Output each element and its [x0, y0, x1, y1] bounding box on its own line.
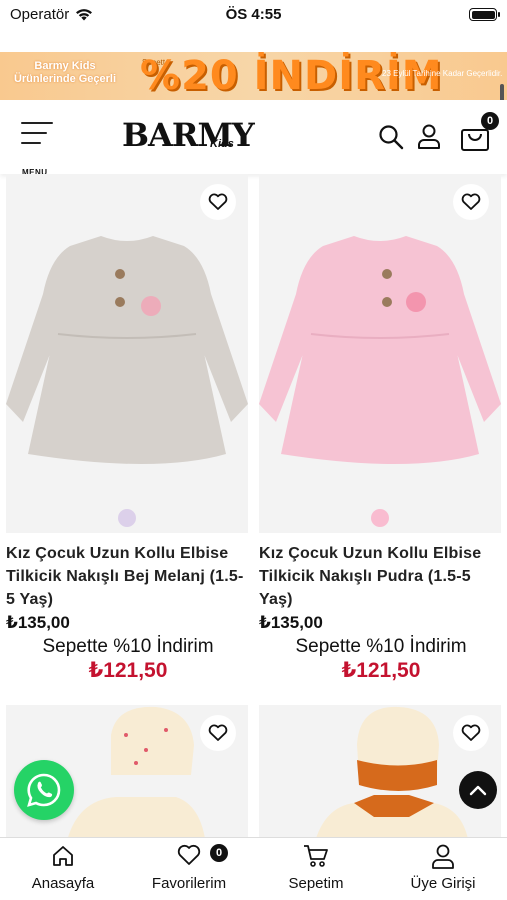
promo-left-text: Barmy Kids Ürünlerinde Geçerli [0, 60, 130, 86]
menu-icon-line [21, 142, 41, 144]
color-swatch[interactable] [371, 509, 389, 527]
heart-icon [461, 724, 481, 741]
favorites-badge: 0 [210, 844, 228, 862]
whatsapp-icon [27, 773, 61, 807]
tab-label: Üye Girişi [410, 875, 476, 892]
heart-icon [177, 844, 201, 865]
promo-brand-line: Barmy Kids [34, 60, 96, 72]
status-time: ÖS 4:55 [225, 6, 282, 23]
heart-icon [208, 193, 228, 210]
bottom-tab-bar: Anasayfa 0 Favorilerim Sepetim Üye Giriş… [0, 837, 507, 900]
product-name[interactable]: Kız Çocuk Uzun Kollu Elbise Tilkicik Nak… [6, 542, 250, 611]
heart-icon [461, 193, 481, 210]
product-card[interactable]: Kız Çocuk Uzun Kollu Elbise Tilkicik Nak… [6, 174, 250, 683]
dress-image [259, 236, 501, 464]
menu-icon [21, 122, 53, 124]
dress-shape [6, 236, 248, 464]
tab-label: Sepetim [288, 875, 344, 892]
dress-image [6, 236, 248, 464]
product-price: ₺135,00 [6, 613, 70, 632]
product-name[interactable]: Kız Çocuk Uzun Kollu Elbise Tilkicik Nak… [259, 542, 503, 611]
product-price: ₺135,00 [259, 613, 323, 632]
scroll-to-top-button[interactable] [459, 771, 497, 809]
discount-price: ₺121,50 [88, 659, 168, 682]
promo-banner[interactable]: Barmy Kids Ürünlerinde Geçerli Sepette %… [0, 52, 507, 100]
tab-label: Favorilerim [151, 875, 227, 892]
user-icon [432, 844, 454, 869]
discount-text: Sepette %10 İndirim [42, 636, 214, 657]
tab-cart[interactable]: Sepetim [253, 838, 379, 900]
whatsapp-button[interactable] [14, 760, 74, 820]
home-icon [53, 846, 73, 866]
discount-price: ₺121,50 [341, 659, 421, 682]
logo-sub: Kids [210, 138, 234, 150]
favorite-button[interactable] [453, 715, 489, 751]
product-image[interactable] [259, 174, 501, 533]
search-icon[interactable] [378, 124, 404, 150]
menu-icon-line [21, 132, 47, 134]
promo-valid-line: Ürünlerinde Geçerli [13, 73, 117, 85]
site-logo[interactable]: BARMY [122, 116, 255, 154]
tab-home[interactable]: Anasayfa [0, 838, 126, 900]
cart-icon [304, 845, 328, 867]
heart-icon [208, 724, 228, 741]
dress-shape [259, 236, 501, 464]
promo-deadline: 23 Eylül Tarihine Kadar Geçerlidir. [382, 69, 503, 78]
favorite-button[interactable] [200, 715, 236, 751]
product-image[interactable] [6, 174, 248, 533]
color-swatch[interactable] [118, 509, 136, 527]
chevron-up-icon [469, 785, 487, 796]
battery-icon [469, 8, 500, 21]
tab-label: Anasayfa [31, 875, 95, 892]
menu-button[interactable]: MENU [18, 118, 58, 177]
discount-text: Sepette %10 İndirim [295, 636, 467, 657]
account-icon[interactable] [417, 124, 441, 150]
site-header: MENU BARMY Kids 0 [0, 100, 507, 177]
favorite-button[interactable] [200, 184, 236, 220]
favorite-button[interactable] [453, 184, 489, 220]
cart-count-badge: 0 [481, 112, 499, 130]
tab-favorites[interactable]: 0 Favorilerim [126, 838, 252, 900]
status-bar: Operatör ÖS 4:55 [0, 0, 507, 30]
tab-login[interactable]: Üye Girişi [380, 838, 506, 900]
product-card[interactable]: Kız Çocuk Uzun Kollu Elbise Tilkicik Nak… [259, 174, 503, 683]
